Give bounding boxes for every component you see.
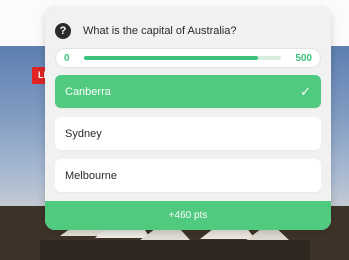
timer-bar: 0 500: [55, 48, 321, 68]
points-earned-bar: +460 pts: [45, 201, 331, 230]
answer-options: Canberra ✓ Sydney Melbourne: [55, 75, 321, 201]
timer-track: [83, 56, 282, 60]
checkmark-icon: ✓: [300, 83, 311, 99]
question-row: ? What is the capital of Australia?: [55, 22, 321, 40]
option-label: Melbourne: [65, 169, 117, 182]
option-sydney[interactable]: Sydney: [55, 117, 321, 150]
question-circle-icon: ?: [55, 23, 71, 39]
points-text: +460 pts: [168, 210, 208, 221]
timer-fill: [83, 56, 258, 60]
option-canberra[interactable]: Canberra ✓: [55, 75, 321, 108]
timer-min-label: 0: [64, 52, 70, 64]
quiz-card: ? What is the capital of Australia? 0 50…: [45, 8, 331, 230]
option-melbourne[interactable]: Melbourne: [55, 159, 321, 192]
option-label: Sydney: [65, 127, 102, 140]
question-text: What is the capital of Australia?: [83, 25, 237, 37]
timer-max-label: 500: [295, 52, 312, 64]
option-label: Canberra: [65, 85, 111, 98]
